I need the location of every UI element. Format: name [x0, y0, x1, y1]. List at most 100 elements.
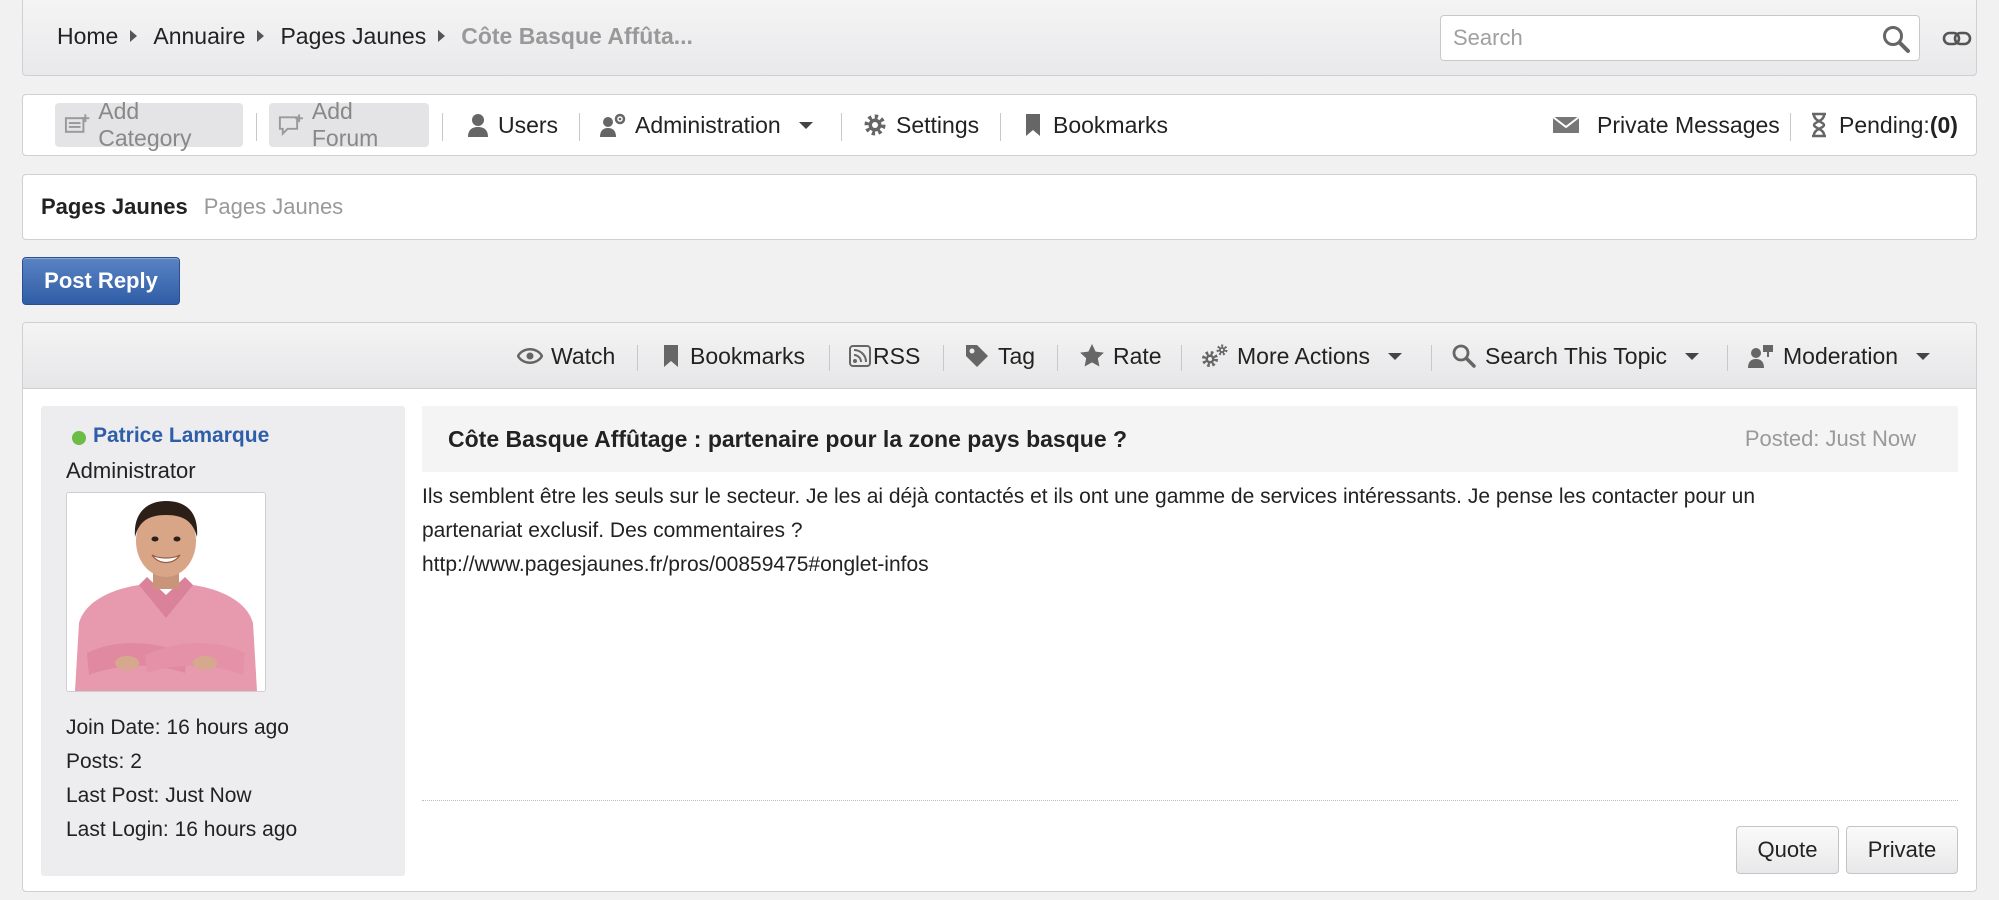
- add-forum-button[interactable]: Add Forum: [269, 98, 429, 151]
- post-date: Posted: Just Now: [1744, 426, 1916, 451]
- search-icon[interactable]: [1881, 24, 1911, 54]
- post-body-line: Ils semblent être les seuls sur le secte…: [422, 485, 1756, 508]
- actions-divider: [1057, 345, 1058, 371]
- breadcrumb-pages-jaunes[interactable]: Pages Jaunes: [280, 23, 426, 50]
- admin-icon: [600, 113, 626, 137]
- chevron-down-icon: [1916, 352, 1931, 360]
- pending-button[interactable]: Pending: (0): [1807, 103, 1958, 147]
- watch-label: Watch: [551, 342, 616, 369]
- breadcrumb-bar: Home Annuaire Pages Jaunes Côte Basque A…: [22, 0, 1977, 76]
- toolbar-divider: [1790, 113, 1791, 141]
- post-reply-button[interactable]: Post Reply: [22, 257, 180, 305]
- bookmark-icon: [1026, 114, 1040, 136]
- chevron-down-icon: [798, 121, 813, 129]
- tag-button[interactable]: Tag: [964, 334, 1035, 378]
- chevron-down-icon: [1684, 352, 1699, 360]
- toolbar-divider: [256, 113, 257, 141]
- private-button[interactable]: Private: [1846, 826, 1958, 874]
- private-messages-label: Private Messages: [1597, 111, 1780, 138]
- moderator-icon: [1748, 345, 1773, 368]
- topic-bookmarks-button[interactable]: Bookmarks: [660, 334, 805, 378]
- private-messages-button[interactable]: Private Messages: [1551, 103, 1780, 147]
- actions-divider: [829, 345, 830, 371]
- forum-page: Home Annuaire Pages Jaunes Côte Basque A…: [0, 0, 1999, 900]
- breadcrumb-current: Côte Basque Affûta...: [461, 22, 693, 49]
- search-topic-label: Search This Topic: [1485, 342, 1667, 369]
- actions-divider: [637, 345, 638, 371]
- rate-label: Rate: [1113, 342, 1162, 369]
- post-divider: [422, 800, 1958, 801]
- bookmark-icon: [664, 345, 678, 367]
- avatar[interactable]: [66, 492, 266, 692]
- search-topic-menu[interactable]: Search This Topic: [1451, 334, 1699, 378]
- rss-icon: [849, 345, 871, 367]
- author-join-date: Join Date: 16 hours ago: [66, 716, 289, 739]
- author-name-link[interactable]: Patrice Lamarque: [93, 424, 269, 448]
- add-forum-icon: [278, 114, 303, 136]
- toolbar-divider: [579, 113, 580, 141]
- bookmarks-button[interactable]: Bookmarks: [1021, 103, 1168, 147]
- author-last-login: Last Login: 16 hours ago: [66, 818, 298, 841]
- post-body: Ils semblent être les seuls sur le secte…: [422, 480, 1958, 582]
- topic-actions-bar: Watch Bookmarks RSS Tag Rate More Action…: [23, 323, 1976, 389]
- tag-icon: [966, 345, 988, 367]
- actions-divider: [1431, 345, 1432, 371]
- settings-button[interactable]: Settings: [862, 103, 979, 147]
- forum-header: Pages Jaunes Pages Jaunes: [22, 174, 1977, 240]
- topic-bookmarks-label: Bookmarks: [690, 342, 806, 369]
- gears-icon: [1202, 344, 1228, 367]
- tag-label: Tag: [998, 342, 1036, 369]
- post-body-line: partenariat exclusif. Des commentaires ?: [422, 519, 803, 542]
- search-box: [1440, 15, 1920, 61]
- author-post-count: Posts: 2: [66, 750, 142, 773]
- toolbar-divider: [841, 113, 842, 141]
- add-category-button[interactable]: Add Category: [55, 98, 243, 151]
- breadcrumb-annuaire[interactable]: Annuaire: [153, 23, 245, 50]
- add-category-icon: [64, 114, 90, 133]
- hourglass-icon: [1812, 112, 1826, 138]
- rss-button[interactable]: RSS: [849, 334, 920, 378]
- moderation-label: Moderation: [1783, 342, 1899, 369]
- forum-title: Pages Jaunes: [41, 194, 188, 219]
- rss-label: RSS: [873, 342, 921, 369]
- breadcrumb-arrow-icon: [257, 30, 265, 42]
- more-actions-label: More Actions: [1237, 342, 1370, 369]
- forum-description: Pages Jaunes: [203, 194, 344, 219]
- user-icon: [468, 114, 488, 137]
- forum-toolbar: Add Category Add Forum Users Administrat…: [22, 94, 1977, 156]
- pending-label: Pending:: [1839, 111, 1930, 138]
- toolbar-divider: [1000, 113, 1001, 141]
- watch-button[interactable]: Watch: [517, 334, 615, 378]
- pending-count: (0): [1929, 111, 1958, 138]
- post-title: Côte Basque Affûtage : partenaire pour l…: [448, 426, 1128, 452]
- search-input[interactable]: [1441, 16, 1841, 60]
- administration-label: Administration: [635, 111, 781, 138]
- star-icon: [1080, 344, 1104, 367]
- author-role: Administrator: [66, 458, 196, 483]
- online-status-icon: [72, 431, 86, 445]
- breadcrumb-arrow-icon: [130, 30, 138, 42]
- rate-button[interactable]: Rate: [1079, 334, 1162, 378]
- administration-menu[interactable]: Administration: [599, 103, 813, 147]
- quote-button[interactable]: Quote: [1736, 826, 1839, 874]
- actions-divider: [943, 345, 944, 371]
- eye-icon: [517, 348, 543, 364]
- actions-divider: [1181, 345, 1182, 371]
- chevron-down-icon: [1387, 352, 1402, 360]
- toolbar-divider: [442, 113, 443, 141]
- avatar-portrait-icon: [67, 493, 265, 691]
- envelope-icon: [1552, 116, 1580, 133]
- gear-icon: [864, 114, 886, 136]
- more-actions-menu[interactable]: More Actions: [1201, 334, 1402, 378]
- bookmarks-label: Bookmarks: [1053, 111, 1169, 138]
- post-header: Côte Basque Affûtage : partenaire pour l…: [422, 406, 1958, 472]
- breadcrumb-home[interactable]: Home: [57, 23, 118, 50]
- actions-divider: [1727, 345, 1728, 371]
- breadcrumb-arrow-icon: [438, 30, 446, 42]
- post-body-link[interactable]: http://www.pagesjaunes.fr/pros/00859475#…: [422, 548, 1958, 582]
- permalink-icon[interactable]: [1942, 24, 1972, 54]
- search-icon: [1452, 344, 1476, 368]
- users-button[interactable]: Users: [466, 103, 558, 147]
- topic-container: Watch Bookmarks RSS Tag Rate More Action…: [22, 322, 1977, 892]
- moderation-menu[interactable]: Moderation: [1747, 334, 1931, 378]
